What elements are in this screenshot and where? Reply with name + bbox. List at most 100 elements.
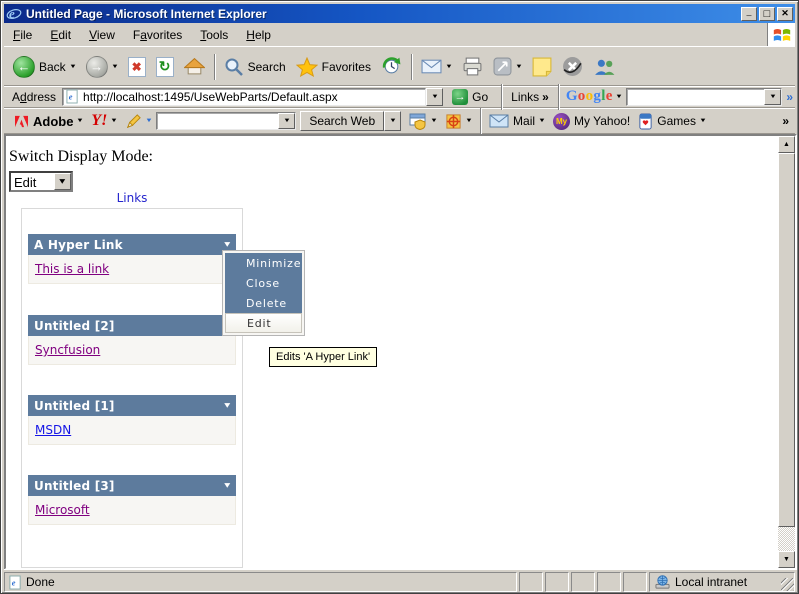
yahoo-dropdown-icon[interactable]	[111, 118, 117, 124]
display-mode-select[interactable]: Edit	[9, 171, 73, 192]
webpart-link[interactable]: This is a link	[35, 262, 109, 276]
webpart-verbs-button[interactable]	[225, 241, 230, 248]
svg-text:e: e	[69, 92, 73, 101]
scroll-up-icon[interactable]	[778, 136, 795, 153]
yahoo-search-dropdown-icon[interactable]	[278, 113, 295, 129]
webpart-header[interactable]: Untitled [3]	[28, 475, 236, 496]
close-button[interactable]	[777, 7, 793, 21]
google-dropdown-icon[interactable]	[616, 94, 622, 100]
minimize-button[interactable]	[741, 7, 757, 21]
display-mode-dropdown-icon[interactable]	[54, 173, 71, 190]
webpart-header[interactable]: Untitled [1]	[28, 395, 236, 416]
menu-item-close[interactable]: Close	[225, 273, 302, 293]
yahoo-mail-button[interactable]: Mail	[485, 112, 549, 130]
scroll-down-icon[interactable]	[778, 551, 795, 568]
my-yahoo-button[interactable]: My Yahoo!	[549, 111, 634, 132]
home-button[interactable]	[179, 55, 210, 78]
notes-button[interactable]	[527, 55, 557, 79]
address-label: Address	[6, 90, 62, 104]
google-logo[interactable]: Google	[563, 88, 616, 105]
menu-item-edit[interactable]: Edit	[225, 313, 302, 333]
pencil-button[interactable]	[121, 111, 156, 132]
fullscreen-dropdown-icon[interactable]	[516, 64, 522, 70]
google-search-dropdown-icon[interactable]	[764, 89, 781, 105]
favorites-star-icon	[296, 57, 318, 77]
links-label: Links	[511, 90, 539, 104]
highlight-button[interactable]	[441, 111, 476, 132]
links-toolbar-label[interactable]: Links	[506, 90, 554, 104]
history-button[interactable]	[376, 54, 407, 79]
search-label: Search	[248, 60, 286, 74]
games-dropdown-icon[interactable]	[700, 118, 706, 124]
menu-item-minimize[interactable]: Minimize	[225, 253, 302, 273]
menu-help[interactable]: Help	[237, 25, 280, 45]
yahoo-button[interactable]: Y!	[87, 110, 121, 132]
fullscreen-button[interactable]	[488, 55, 527, 78]
webpart-link[interactable]: Syncfusion	[35, 343, 100, 357]
scrollbar-track[interactable]	[778, 527, 795, 551]
webpart-verbs-button[interactable]	[225, 482, 230, 489]
yahoo-mail-dropdown-icon[interactable]	[539, 118, 545, 124]
forward-dropdown-icon[interactable]	[112, 64, 118, 70]
address-input[interactable]: e http://localhost:1495/UseWebParts/Defa…	[62, 88, 426, 106]
maximize-button[interactable]	[759, 7, 775, 21]
yahoo-search-input[interactable]	[156, 112, 296, 130]
contacts-button[interactable]	[588, 55, 621, 78]
search-icon	[224, 57, 244, 77]
webpart-link[interactable]: MSDN	[35, 423, 71, 437]
mail-button[interactable]	[416, 57, 457, 76]
webpart-untitled-2: Untitled [2] Syncfusion	[28, 315, 236, 365]
adobe-dropdown-icon[interactable]	[77, 118, 83, 124]
zone-title: Links	[21, 191, 243, 205]
adobe-button[interactable]: Adobe	[10, 112, 87, 131]
favorites-button[interactable]: Favorites	[291, 55, 376, 79]
webpart-title: Untitled [1]	[34, 399, 115, 413]
popup-blocker-dropdown-icon[interactable]	[431, 118, 437, 124]
menu-file[interactable]: File	[4, 25, 41, 45]
menu-favorites[interactable]: Favorites	[124, 25, 191, 45]
menu-tools[interactable]: Tools	[191, 25, 237, 45]
menu-item-delete[interactable]: Delete	[225, 293, 302, 313]
address-dropdown-icon[interactable]	[426, 88, 443, 106]
webpart-header[interactable]: Untitled [2]	[28, 315, 236, 336]
menu-edit[interactable]: Edit	[41, 25, 80, 45]
popup-blocker-button[interactable]	[405, 111, 441, 132]
status-pane-4	[597, 572, 621, 592]
links-chevron-icon[interactable]	[542, 90, 549, 104]
webpart-link[interactable]: Microsoft	[35, 503, 90, 517]
webpart-verbs-button[interactable]	[225, 402, 230, 409]
status-pane-1	[519, 572, 543, 592]
stop-button[interactable]	[123, 55, 151, 79]
refresh-button[interactable]	[151, 55, 179, 79]
search-web-dropdown-icon[interactable]	[384, 111, 401, 131]
back-dropdown-icon[interactable]	[70, 64, 76, 70]
scrollbar-thumb[interactable]	[778, 153, 795, 527]
my-yahoo-label: My Yahoo!	[574, 114, 630, 128]
highlight-dropdown-icon[interactable]	[466, 118, 472, 124]
messenger-button[interactable]	[557, 54, 588, 79]
games-button[interactable]: Games	[634, 111, 710, 132]
google-search-input[interactable]	[626, 88, 783, 106]
yahoo-overflow-chevron-icon[interactable]	[782, 114, 789, 128]
status-page-icon: e	[9, 575, 22, 590]
forward-button[interactable]	[81, 54, 123, 80]
go-button[interactable]: Go	[446, 88, 494, 106]
vertical-scrollbar[interactable]	[778, 136, 795, 568]
resize-grip[interactable]	[781, 578, 794, 591]
pencil-dropdown-icon[interactable]	[146, 118, 152, 124]
back-button[interactable]: Back	[8, 54, 81, 80]
mail-dropdown-icon[interactable]	[446, 64, 452, 70]
webpart-a-hyper-link: A Hyper Link This is a link	[28, 234, 236, 284]
address-url: http://localhost:1495/UseWebParts/Defaul…	[83, 90, 338, 104]
address-overflow-chevron-icon[interactable]	[786, 90, 793, 104]
yahoo-mail-icon	[489, 114, 509, 128]
search-button[interactable]: Search	[219, 55, 291, 79]
print-button[interactable]	[457, 55, 488, 78]
status-zone-text: Local intranet	[675, 575, 747, 589]
tooltip: Edits 'A Hyper Link'	[269, 347, 377, 367]
title-bar[interactable]: e Untitled Page - Microsoft Internet Exp…	[4, 4, 795, 23]
search-web-button[interactable]: Search Web	[300, 111, 384, 131]
webpart-header[interactable]: A Hyper Link	[28, 234, 236, 255]
status-text: Done	[26, 575, 55, 589]
menu-view[interactable]: View	[80, 25, 124, 45]
